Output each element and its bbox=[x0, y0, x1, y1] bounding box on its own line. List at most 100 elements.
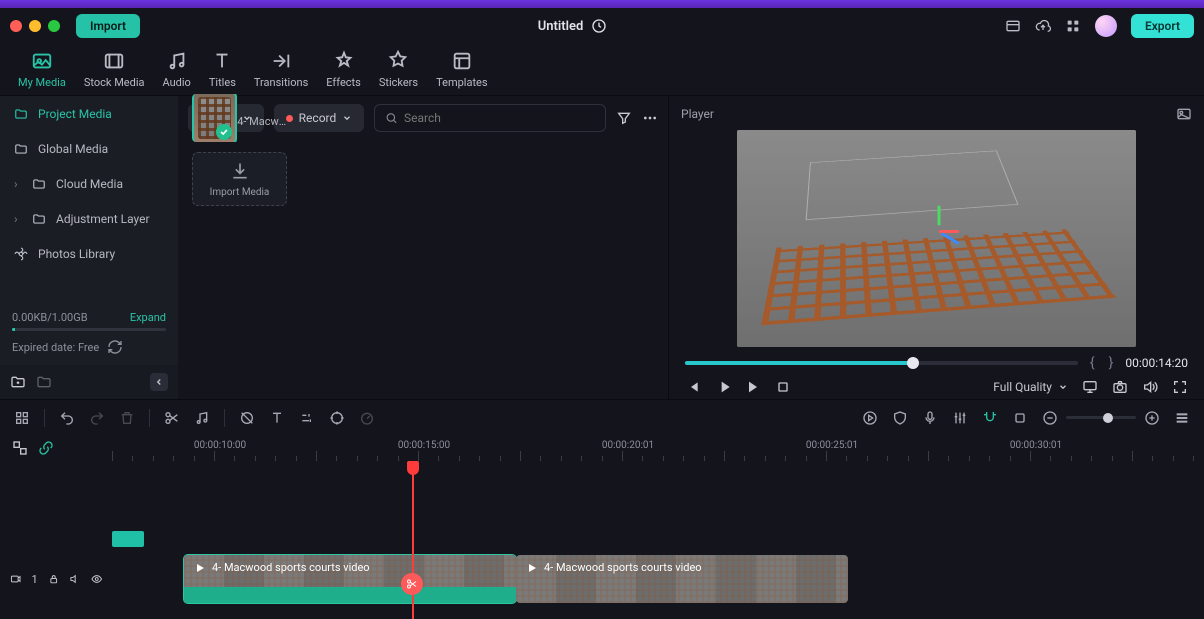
sidebar-item-adjustment-layer[interactable]: › Adjustment Layer bbox=[0, 201, 178, 236]
download-icon bbox=[230, 161, 250, 181]
adjust-tool-icon[interactable] bbox=[299, 410, 315, 426]
mask-off-icon[interactable] bbox=[239, 410, 255, 426]
shield-icon[interactable] bbox=[892, 410, 908, 426]
fullscreen-icon[interactable] bbox=[1172, 379, 1188, 395]
sidebar-item-global-media[interactable]: Global Media bbox=[0, 131, 178, 166]
undo-icon[interactable] bbox=[59, 410, 75, 426]
tab-label: Effects bbox=[326, 76, 361, 89]
speed-tool-icon[interactable] bbox=[359, 410, 375, 426]
eye-icon[interactable] bbox=[91, 572, 102, 586]
quality-dropdown[interactable]: Full Quality bbox=[993, 380, 1068, 394]
ruler-label: 00:00:10:00 bbox=[194, 440, 246, 451]
import-button[interactable]: Import bbox=[76, 14, 140, 38]
track-height-icon[interactable] bbox=[1174, 410, 1190, 426]
marker-tool-icon[interactable] bbox=[1012, 410, 1028, 426]
next-frame-button[interactable] bbox=[745, 379, 761, 395]
clip-title: 4- Macwood sports courts video bbox=[212, 561, 370, 574]
render-icon[interactable] bbox=[862, 410, 878, 426]
tab-titles[interactable]: Titles bbox=[209, 50, 236, 89]
tab-stock-media[interactable]: Stock Media bbox=[84, 50, 145, 89]
player-scrubber[interactable] bbox=[685, 361, 1078, 365]
refresh-icon[interactable] bbox=[107, 339, 123, 355]
timeline-left-gutter: 1 bbox=[0, 435, 112, 619]
zoom-window-icon[interactable] bbox=[48, 20, 60, 32]
track-head: 1 bbox=[0, 555, 112, 603]
tab-my-media[interactable]: My Media bbox=[18, 50, 66, 89]
minimize-window-icon[interactable] bbox=[29, 20, 41, 32]
volume-icon[interactable] bbox=[1142, 379, 1158, 395]
zoom-slider[interactable] bbox=[1066, 416, 1136, 419]
quality-label: Full Quality bbox=[993, 380, 1052, 394]
timeline-clip-b[interactable]: 4- Macwood sports courts video bbox=[516, 555, 848, 603]
timeline-tracks[interactable]: 4- Macwood sports courts video 4- Macwoo… bbox=[112, 461, 1204, 619]
sidebar-item-label: Cloud Media bbox=[56, 177, 123, 191]
sidebar-item-cloud-media[interactable]: › Cloud Media bbox=[0, 166, 178, 201]
auto-reframe-icon[interactable] bbox=[12, 440, 28, 456]
avatar[interactable] bbox=[1095, 15, 1117, 37]
record-label: Record bbox=[299, 111, 337, 125]
tab-transitions[interactable]: Transitions bbox=[254, 50, 308, 89]
close-window-icon[interactable] bbox=[10, 20, 22, 32]
magnet-icon[interactable] bbox=[982, 410, 998, 426]
display-icon[interactable] bbox=[1082, 379, 1098, 395]
export-button[interactable]: Export bbox=[1131, 14, 1194, 38]
cloud-upload-icon[interactable] bbox=[1035, 18, 1051, 34]
module-tabs: My Media Stock Media Audio Titles Transi… bbox=[0, 44, 1204, 96]
apps-grid-icon[interactable] bbox=[1065, 18, 1081, 34]
storage-total: 1.00GB bbox=[52, 311, 88, 324]
search-input[interactable] bbox=[404, 111, 595, 125]
voiceover-icon[interactable] bbox=[922, 410, 938, 426]
timeline-ruler[interactable]: 00:00:10:00 00:00:15:00 00:00:20:01 00:0… bbox=[112, 435, 1204, 461]
lock-icon[interactable] bbox=[48, 572, 59, 586]
storage-bar bbox=[12, 328, 166, 331]
tab-audio[interactable]: Audio bbox=[163, 50, 191, 89]
mixer-icon[interactable] bbox=[952, 410, 968, 426]
history-icon[interactable] bbox=[591, 18, 607, 34]
sidebar-item-project-media[interactable]: Project Media bbox=[0, 96, 178, 131]
mark-out-button[interactable]: } bbox=[1107, 355, 1116, 371]
clip-label: 4- Macwo…ourts video bbox=[237, 115, 287, 129]
timeline-clip-a[interactable]: 4- Macwood sports courts video bbox=[184, 555, 516, 603]
snapshot-icon[interactable] bbox=[1176, 106, 1192, 122]
sidebar-item-label: Photos Library bbox=[38, 247, 115, 261]
link-icon[interactable] bbox=[38, 440, 54, 456]
tab-effects[interactable]: Effects bbox=[326, 50, 361, 89]
tab-stickers[interactable]: Stickers bbox=[379, 50, 418, 89]
folder-icon bbox=[14, 107, 28, 121]
delete-icon[interactable] bbox=[119, 410, 135, 426]
sidebar-item-photos-library[interactable]: Photos Library bbox=[0, 236, 178, 271]
record-dropdown[interactable]: Record bbox=[274, 104, 365, 132]
expand-storage-link[interactable]: Expand bbox=[130, 311, 166, 324]
more-icon[interactable] bbox=[642, 110, 658, 126]
media-clip-tile[interactable]: 4- Macwo…ourts video bbox=[192, 94, 287, 142]
search-input-wrap[interactable] bbox=[374, 104, 606, 132]
prev-frame-button[interactable] bbox=[685, 379, 701, 395]
camera-snapshot-icon[interactable] bbox=[1112, 379, 1128, 395]
split-icon[interactable] bbox=[164, 410, 180, 426]
mark-in-button[interactable]: { bbox=[1088, 355, 1097, 371]
split-handle-icon[interactable] bbox=[401, 573, 423, 595]
tab-templates[interactable]: Templates bbox=[436, 50, 487, 89]
beat-icon[interactable] bbox=[194, 410, 210, 426]
new-folder-icon[interactable] bbox=[10, 374, 26, 390]
zoom-in-icon[interactable] bbox=[1144, 410, 1160, 426]
tab-label: Audio bbox=[163, 76, 191, 89]
playhead[interactable] bbox=[412, 461, 414, 619]
play-button[interactable] bbox=[715, 379, 731, 395]
stop-button[interactable] bbox=[775, 379, 791, 395]
layout-icon[interactable] bbox=[1005, 18, 1021, 34]
preview-viewport[interactable] bbox=[737, 130, 1136, 347]
collapse-sidebar-icon[interactable] bbox=[150, 373, 168, 391]
redo-icon[interactable] bbox=[89, 410, 105, 426]
clip-play-icon bbox=[194, 562, 206, 574]
text-tool-icon[interactable] bbox=[269, 410, 285, 426]
mute-icon[interactable] bbox=[69, 572, 80, 586]
import-media-tile[interactable]: Import Media bbox=[192, 152, 287, 228]
zoom-out-icon[interactable] bbox=[1042, 410, 1058, 426]
chevron-down-icon bbox=[342, 113, 352, 123]
mini-clip[interactable] bbox=[112, 531, 144, 547]
filter-icon[interactable] bbox=[616, 110, 632, 126]
grid-tool-icon[interactable] bbox=[14, 410, 30, 426]
ruler-label: 00:00:30:01 bbox=[1010, 440, 1062, 451]
keyframe-tool-icon[interactable] bbox=[329, 410, 345, 426]
